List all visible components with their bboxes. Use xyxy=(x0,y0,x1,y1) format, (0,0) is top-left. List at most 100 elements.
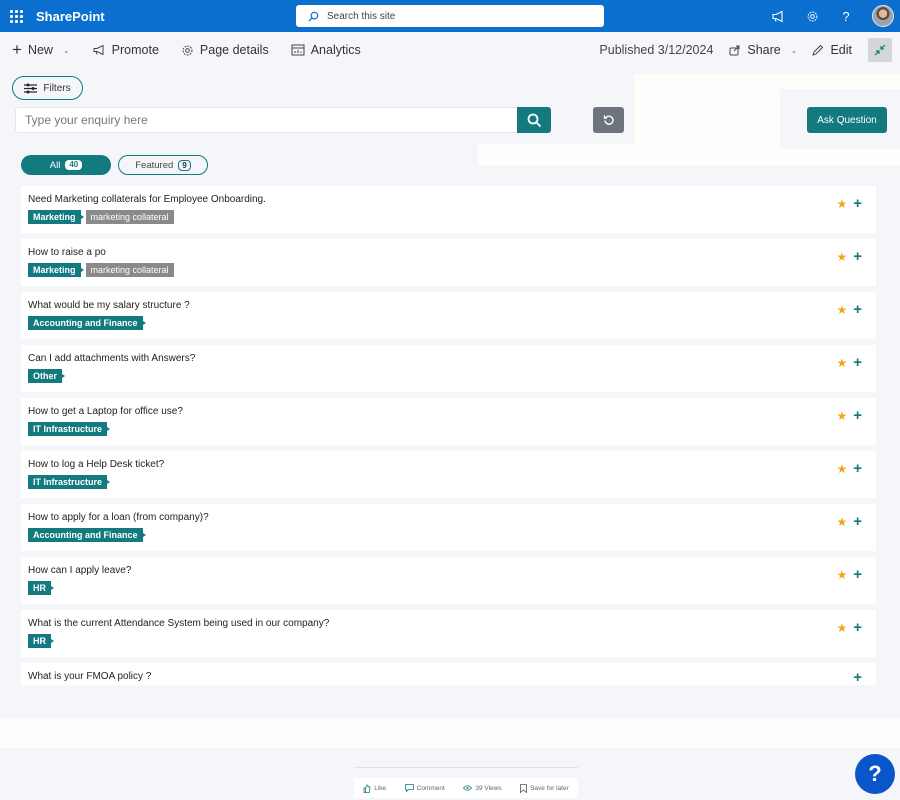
category-tag[interactable]: Marketing xyxy=(28,210,84,224)
question-title[interactable]: What is the current Attendance System be… xyxy=(28,618,876,629)
category-tag[interactable]: HR xyxy=(28,634,54,648)
comment-button[interactable]: Comment xyxy=(404,784,445,792)
ask-question-button[interactable]: Ask Question xyxy=(807,107,887,133)
category-tag[interactable]: Other xyxy=(28,369,66,383)
question-card[interactable]: How to apply for a loan (from company)? A… xyxy=(21,504,876,551)
comment-label: Comment xyxy=(416,784,445,792)
question-actions: ★ + xyxy=(836,620,862,635)
question-title[interactable]: How to apply for a loan (from company)? xyxy=(28,512,876,523)
question-tags: Other xyxy=(28,369,876,383)
star-icon[interactable]: ★ xyxy=(836,357,847,369)
analytics-button[interactable]: Analytics xyxy=(291,43,361,57)
question-title[interactable]: How can I apply leave? xyxy=(28,565,876,576)
chevron-down-icon: ⌄ xyxy=(790,45,798,55)
promote-label: Promote xyxy=(111,43,159,57)
question-card[interactable]: What would be my salary structure ? Accou… xyxy=(21,292,876,339)
bookmark-icon xyxy=(520,783,527,793)
question-card[interactable]: How to raise a po Marketing marketing coll… xyxy=(21,239,876,286)
expand-plus-icon[interactable]: + xyxy=(853,620,862,635)
category-tag[interactable]: HR xyxy=(28,581,54,595)
edit-button[interactable]: Edit xyxy=(811,43,852,57)
question-card[interactable]: How can I apply leave? HR ★ + xyxy=(21,557,876,604)
question-tags: IT Infrastructure xyxy=(28,475,876,489)
avatar[interactable] xyxy=(872,5,894,27)
star-icon[interactable]: ★ xyxy=(836,410,847,422)
question-title[interactable]: What is your FMOA policy ? xyxy=(28,671,876,682)
question-card[interactable]: Can I add attachments with Answers? Other… xyxy=(21,345,876,392)
question-title[interactable]: Need Marketing collaterals for Employee … xyxy=(28,194,876,205)
reset-button[interactable] xyxy=(593,107,624,133)
new-label: New xyxy=(27,43,53,57)
gear-icon[interactable] xyxy=(804,8,820,24)
page-details-button[interactable]: Page details xyxy=(181,43,269,57)
star-icon[interactable]: ★ xyxy=(836,304,847,316)
like-button[interactable]: Like xyxy=(363,784,386,793)
question-actions: ★ + xyxy=(836,355,862,370)
star-icon[interactable]: ★ xyxy=(836,463,847,475)
page-details-label: Page details xyxy=(199,43,269,57)
subcategory-tag[interactable]: marketing collateral xyxy=(85,263,174,277)
collapse-button[interactable] xyxy=(868,38,892,62)
megaphone-icon[interactable] xyxy=(770,8,786,24)
app-launcher-button[interactable] xyxy=(0,0,32,32)
star-icon[interactable]: ★ xyxy=(836,622,847,634)
enquiry-input[interactable] xyxy=(15,107,518,133)
question-actions: ★ + xyxy=(836,567,862,582)
reset-icon xyxy=(603,115,614,125)
section-divider xyxy=(0,718,900,748)
filters-button[interactable]: Filters xyxy=(12,76,83,100)
site-search-box[interactable]: Search this site xyxy=(296,5,604,27)
expand-plus-icon[interactable]: + xyxy=(853,355,862,370)
expand-plus-icon[interactable]: + xyxy=(853,249,862,264)
category-tag[interactable]: Marketing xyxy=(28,263,84,277)
expand-plus-icon[interactable]: + xyxy=(853,514,862,529)
category-tag[interactable]: Accounting and Finance xyxy=(28,528,146,542)
question-title[interactable]: Can I add attachments with Answers? xyxy=(28,353,876,364)
analytics-label: Analytics xyxy=(310,43,361,57)
promote-button[interactable]: Promote xyxy=(92,43,159,57)
question-card[interactable]: Need Marketing collaterals for Employee … xyxy=(21,186,876,233)
search-icon xyxy=(527,113,541,127)
tab-featured[interactable]: Featured 9 xyxy=(118,155,208,175)
star-icon[interactable]: ★ xyxy=(836,251,847,263)
category-tag[interactable]: Accounting and Finance xyxy=(28,316,146,330)
search-button[interactable] xyxy=(517,107,551,133)
app-name[interactable]: SharePoint xyxy=(36,9,105,24)
question-list: Need Marketing collaterals for Employee … xyxy=(21,186,876,691)
question-actions: ★ + xyxy=(836,408,862,423)
help-button[interactable]: ? xyxy=(855,754,895,794)
chevron-down-icon: ⌄ xyxy=(62,45,70,55)
save-for-later-button[interactable]: Save for later xyxy=(520,783,569,793)
expand-plus-icon[interactable]: + xyxy=(853,302,862,317)
expand-plus-icon[interactable]: + xyxy=(853,196,862,211)
question-card[interactable]: What is your FMOA policy ? + xyxy=(21,663,876,685)
expand-plus-icon[interactable]: + xyxy=(853,461,862,476)
expand-plus-icon[interactable]: + xyxy=(853,670,862,685)
question-card[interactable]: How to log a Help Desk ticket? IT Infrast… xyxy=(21,451,876,498)
question-actions: + xyxy=(853,670,862,685)
star-icon[interactable]: ★ xyxy=(836,198,847,210)
subcategory-tag[interactable]: marketing collateral xyxy=(85,210,174,224)
category-tag[interactable]: IT Infrastructure xyxy=(28,475,111,489)
star-icon[interactable]: ★ xyxy=(836,516,847,528)
question-title[interactable]: How to raise a po xyxy=(28,247,876,258)
edit-label: Edit xyxy=(830,43,852,57)
category-tag[interactable]: IT Infrastructure xyxy=(28,422,111,436)
search-icon xyxy=(308,11,319,22)
new-button[interactable]: + New ⌄ xyxy=(12,41,70,58)
question-card[interactable]: What is the current Attendance System be… xyxy=(21,610,876,657)
question-title[interactable]: What would be my salary structure ? xyxy=(28,300,876,311)
question-title[interactable]: How to log a Help Desk ticket? xyxy=(28,459,876,470)
share-label: Share xyxy=(747,43,781,57)
expand-plus-icon[interactable]: + xyxy=(853,408,862,423)
share-button[interactable]: Share ⌄ xyxy=(729,43,797,57)
question-tags: HR xyxy=(28,634,876,648)
help-icon[interactable]: ? xyxy=(838,8,854,24)
expand-plus-icon[interactable]: + xyxy=(853,567,862,582)
views-label: 39 Views xyxy=(475,784,502,792)
tab-all[interactable]: All 40 xyxy=(21,155,111,175)
question-title[interactable]: How to get a Laptop for office use? xyxy=(28,406,876,417)
app-launcher-icon xyxy=(9,9,23,23)
question-card[interactable]: How to get a Laptop for office use? IT In… xyxy=(21,398,876,445)
star-icon[interactable]: ★ xyxy=(836,569,847,581)
